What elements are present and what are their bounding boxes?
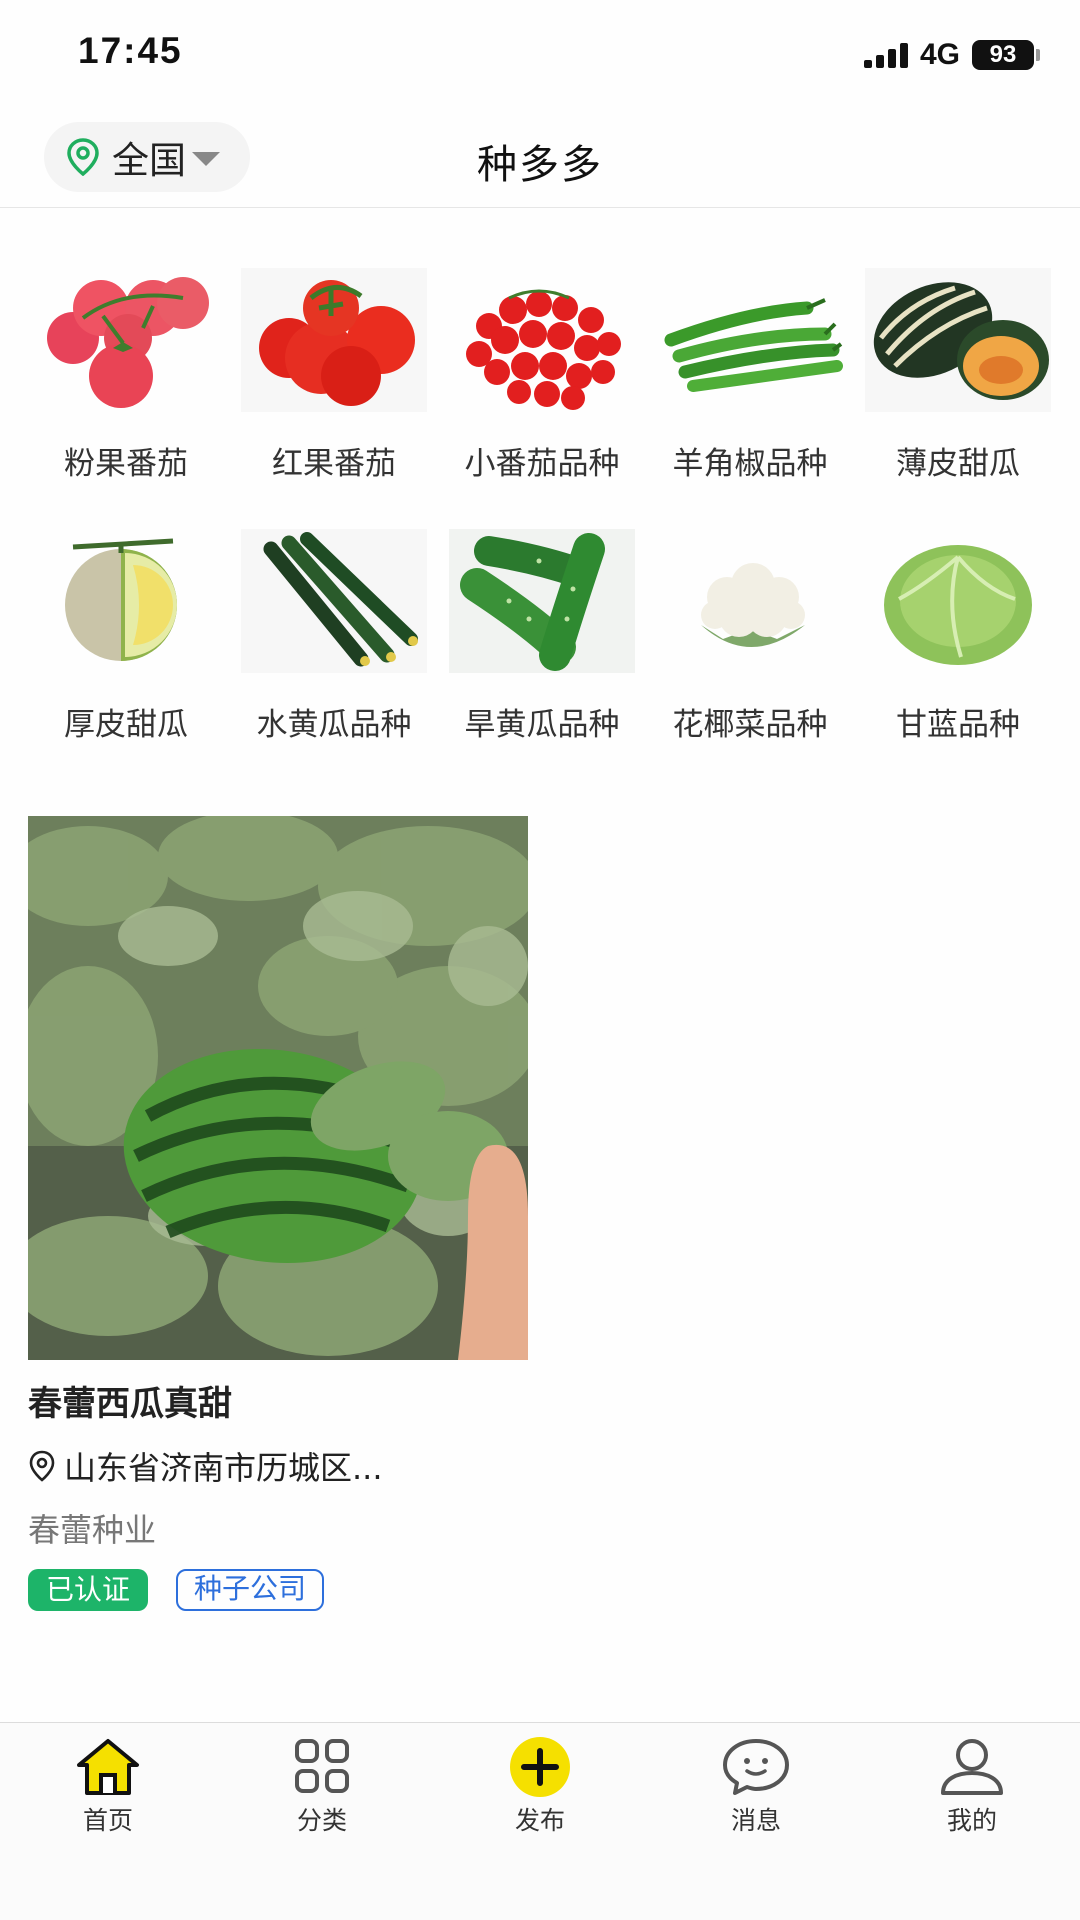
- product-title: 春蕾西瓜真甜: [28, 1384, 232, 1424]
- category-item-cauliflower[interactable]: 花椰菜品种: [646, 529, 854, 744]
- product-tags: 已认证 种子公司: [28, 1569, 528, 1611]
- category-label: 水黄瓜品种: [256, 707, 412, 743]
- plus-icon: [510, 1737, 570, 1797]
- app-header: 全国 种多多: [0, 108, 1080, 208]
- product-location-text: 山东省济南市历城区...: [64, 1449, 383, 1487]
- chat-icon: [723, 1739, 789, 1795]
- cherry-tomato-icon: [466, 289, 621, 410]
- category-label: 花椰菜品种: [672, 707, 828, 743]
- tab-messages[interactable]: 消息: [686, 1737, 826, 1837]
- grid-icon: [295, 1739, 349, 1793]
- home-icon: [77, 1739, 139, 1795]
- tab-label: 消息: [730, 1806, 781, 1835]
- category-grid: 粉果番茄 红果番茄 小番茄品种 羊角椒品种 薄皮甜瓜 厚皮甜瓜 水黄瓜品种 旱黄…: [22, 268, 1062, 744]
- category-item-cabbage[interactable]: 甘蓝品种: [854, 529, 1062, 744]
- tab-home[interactable]: 首页: [38, 1737, 178, 1837]
- battery-icon: 93: [972, 40, 1040, 70]
- tab-label: 发布: [514, 1806, 565, 1835]
- tab-label: 首页: [82, 1806, 133, 1835]
- signal-icon: [863, 42, 908, 68]
- battery-level: 93: [972, 40, 1034, 70]
- category-item-water-cucumber[interactable]: 水黄瓜品种: [230, 529, 438, 744]
- category-item-pink-tomato[interactable]: 粉果番茄: [22, 268, 230, 483]
- pink-tomato-icon: [47, 277, 209, 408]
- category-item-thick-skin-melon[interactable]: 厚皮甜瓜: [22, 529, 230, 744]
- category-label: 甘蓝品种: [896, 707, 1020, 743]
- product-card[interactable]: 春蕾西瓜真甜 山东省济南市历城区... 春蕾种业 已认证 种子公司: [28, 816, 528, 1611]
- category-label: 薄皮甜瓜: [896, 446, 1020, 482]
- category-label: 红果番茄: [272, 446, 396, 482]
- product-company: 春蕾种业: [28, 1511, 157, 1549]
- cauliflower-icon: [701, 563, 805, 647]
- status-time: 17:45: [78, 30, 183, 71]
- category-item-dry-cucumber[interactable]: 旱黄瓜品种: [438, 529, 646, 744]
- dry-cucumber-icon: [449, 529, 635, 673]
- user-icon: [941, 1739, 1003, 1795]
- category-label: 厚皮甜瓜: [64, 707, 188, 743]
- water-cucumber-icon: [241, 529, 427, 673]
- thin-skin-melon-icon: [865, 268, 1051, 412]
- cabbage-icon: [884, 545, 1032, 665]
- category-item-green-pepper[interactable]: 羊角椒品种: [646, 268, 854, 483]
- status-indicators: 4G 93: [863, 38, 1040, 72]
- tab-category[interactable]: 分类: [252, 1737, 392, 1837]
- green-pepper-icon: [664, 298, 843, 392]
- network-type: 4G: [919, 38, 960, 71]
- category-label: 旱黄瓜品种: [464, 707, 620, 743]
- thick-skin-melon-icon: [65, 538, 177, 661]
- app-screen: 17:45 4G 93 全国 种多多 粉果番茄 红果番茄 小番茄品种 羊角椒品种…: [0, 0, 1080, 1920]
- company-type-badge: 种子公司: [176, 1569, 325, 1611]
- verified-badge: 已认证: [28, 1569, 149, 1611]
- category-item-cherry-tomato[interactable]: 小番茄品种: [438, 268, 646, 483]
- category-label: 小番茄品种: [464, 446, 620, 482]
- category-label: 羊角椒品种: [672, 446, 828, 482]
- category-label: 粉果番茄: [64, 446, 188, 482]
- tab-label: 分类: [296, 1806, 347, 1835]
- tab-label: 我的: [946, 1806, 997, 1835]
- tab-profile[interactable]: 我的: [902, 1737, 1042, 1837]
- category-item-thin-skin-melon[interactable]: 薄皮甜瓜: [854, 268, 1062, 483]
- page-title: 种多多: [477, 142, 603, 188]
- bottom-tab-bar: 首页 分类 发布 消息 我的: [0, 1722, 1080, 1920]
- watermelon-field-photo: [28, 816, 528, 1360]
- red-tomato-icon: [241, 268, 427, 412]
- status-bar: 17:45 4G 93: [0, 0, 1080, 108]
- location-pin-icon: [29, 1450, 55, 1482]
- tab-publish[interactable]: 发布: [470, 1737, 610, 1837]
- category-item-red-tomato[interactable]: 红果番茄: [230, 268, 438, 483]
- product-location: 山东省济南市历城区...: [28, 1443, 528, 1489]
